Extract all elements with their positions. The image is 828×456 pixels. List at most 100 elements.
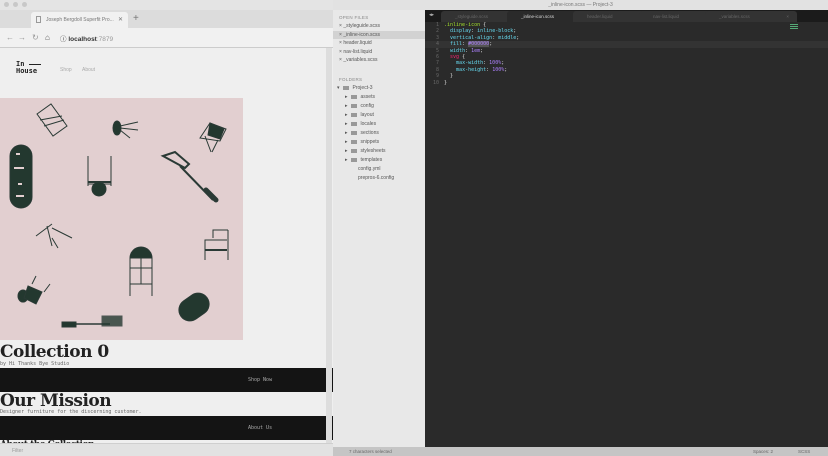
nav-about[interactable]: About (82, 67, 95, 73)
devtools-filter[interactable]: Filter (0, 443, 333, 456)
back-icon[interactable]: ← (6, 33, 14, 42)
folder-label: templates (360, 157, 383, 163)
open-file-item[interactable]: × header.liquid (333, 39, 425, 48)
minimap[interactable] (790, 24, 798, 29)
cart-icon (87, 156, 112, 197)
editor-tab-label: _inline-icon.scss (521, 14, 555, 19)
folder-icon (350, 121, 357, 126)
browser-titlebar (0, 0, 333, 10)
tab-nav-arrows-icon[interactable]: ◂▸ (429, 12, 434, 18)
collection-subtitle: by Hi Thanks Bye Studio (0, 361, 70, 367)
zoom-button[interactable] (22, 2, 27, 7)
shop-now-button[interactable]: Shop Now (0, 368, 333, 392)
browser-tab[interactable]: Joseph Bergdoll Superfit Pro... ✕ (31, 12, 128, 28)
chair-icon (204, 229, 229, 260)
editor-tab-label: _styleguide.scss (455, 14, 489, 19)
folder-icon (350, 139, 357, 144)
open-file-item[interactable]: × _variables.scss (333, 56, 425, 65)
file-item[interactable]: prepros-6.config (358, 175, 394, 184)
project-folder[interactable]: ▾ Project-3 (337, 85, 373, 94)
folder-label: config (360, 103, 374, 109)
site-logo[interactable]: In House (16, 61, 41, 75)
project-label: Project-3 (352, 85, 373, 91)
editor-sidebar: OPEN FILES × _styleguide.scss × _inline-… (333, 10, 425, 447)
folder-icon (350, 94, 357, 99)
editor-tab[interactable]: _variables.scss × (705, 11, 797, 22)
tab-title: Joseph Bergdoll Superfit Pro... (46, 17, 114, 23)
selection-status: 7 characters selected (349, 449, 392, 454)
editor-window: _inline-icon.scss — Project-3 OPEN FILES… (333, 0, 828, 456)
folder-item[interactable]: ▸ locales (345, 121, 376, 130)
site-header: In House Shop About (0, 48, 333, 98)
folder-icon (350, 130, 357, 135)
new-tab-button[interactable]: + (133, 13, 139, 24)
minimize-button[interactable] (13, 2, 18, 7)
open-file-label: _styleguide.scss (343, 23, 380, 29)
page-scrollbar[interactable] (326, 48, 332, 443)
editor-status-bar: 7 characters selected Spaces: 2 SCSS (333, 447, 828, 456)
folder-item[interactable]: ▸ sections (345, 130, 379, 139)
folder-label: assets (360, 94, 375, 100)
reload-icon[interactable]: ↻ (32, 33, 39, 42)
url-port: :7879 (96, 36, 114, 43)
open-file-item[interactable]: × nav-list.liquid (333, 48, 425, 57)
folder-label: stylesheets (360, 148, 386, 154)
editor-tabs: ◂▸ _styleguide.scss× _inline-icon.scss× … (425, 10, 828, 22)
open-file-label: _variables.scss (343, 57, 378, 64)
code-editor[interactable]: 1 2 3 4 5 6 7 8 9 10 .inline-icon { display: inli… (425, 22, 828, 447)
open-file-label: _inline-icon.scss (343, 31, 380, 38)
mission-title: Our Mission (0, 391, 112, 411)
folder-label: sections (360, 130, 379, 136)
code-line: } (444, 79, 448, 86)
close-tab-icon[interactable]: × (786, 14, 789, 19)
folder-icon (350, 157, 357, 162)
folder-icon (350, 103, 357, 108)
url-field[interactable]: ⓘ localhost:7879 (60, 33, 113, 43)
url-host: localhost (68, 36, 97, 43)
line-number: 10 (432, 79, 439, 86)
open-file-item[interactable]: × _inline-icon.scss (333, 30, 425, 40)
tab-strip: Joseph Bergdoll Superfit Pro... ✕ + (0, 10, 333, 28)
mission-subtitle: Designer furniture for the discerning cu… (0, 409, 142, 415)
open-files-header: OPEN FILES (339, 15, 369, 20)
dome-stool-icon (129, 246, 153, 296)
folder-item[interactable]: ▸ assets (345, 94, 375, 103)
bench-icon (9, 144, 33, 209)
stool-icon (112, 120, 139, 139)
browser-window: Joseph Bergdoll Superfit Pro... ✕ + ← → … (0, 0, 333, 456)
close-tab-icon[interactable]: ✕ (118, 16, 123, 23)
chair-icon (36, 103, 68, 137)
folder-item[interactable]: ▸ stylesheets (345, 148, 386, 157)
indentation-setting[interactable]: Spaces: 2 (753, 449, 773, 454)
editor-tab-label: header.liquid (587, 14, 613, 19)
folder-item[interactable]: ▸ snippets (345, 139, 379, 148)
home-icon[interactable]: ⌂ (45, 33, 50, 42)
chair-icon (17, 275, 51, 305)
folder-icon (342, 85, 349, 90)
close-window-button[interactable] (4, 2, 9, 7)
folder-item[interactable]: ▸ config (345, 103, 374, 112)
forward-icon[interactable]: → (18, 33, 26, 42)
chair-icon (35, 223, 73, 249)
code-lines: .inline-icon { display: inline-block; ve… (444, 22, 519, 86)
folders-header: FOLDERS (339, 77, 363, 82)
about-us-button[interactable]: About Us (0, 416, 333, 440)
hero-illustration (0, 98, 243, 340)
window-controls (4, 2, 27, 7)
floor-lamp-icon (61, 315, 123, 328)
chair-icon (199, 122, 227, 153)
selected-text: #000000 (468, 41, 490, 48)
folder-label: snippets (360, 139, 380, 145)
editor-tab-label: nav-list.liquid (653, 14, 680, 19)
logo-line2: House (16, 67, 38, 75)
folder-icon (350, 148, 357, 153)
nav-shop[interactable]: Shop (60, 67, 72, 73)
open-file-item[interactable]: × _styleguide.scss (333, 22, 425, 31)
syntax-setting[interactable]: SCSS (798, 449, 810, 454)
editor-tab-label: _variables.scss (719, 14, 750, 19)
open-file-label: header.liquid (343, 40, 372, 47)
folder-item[interactable]: ▸ layout (345, 112, 374, 121)
folder-label: layout (360, 112, 374, 118)
file-item[interactable]: config.yml (358, 166, 381, 175)
folder-item[interactable]: ▸ templates (345, 157, 382, 166)
